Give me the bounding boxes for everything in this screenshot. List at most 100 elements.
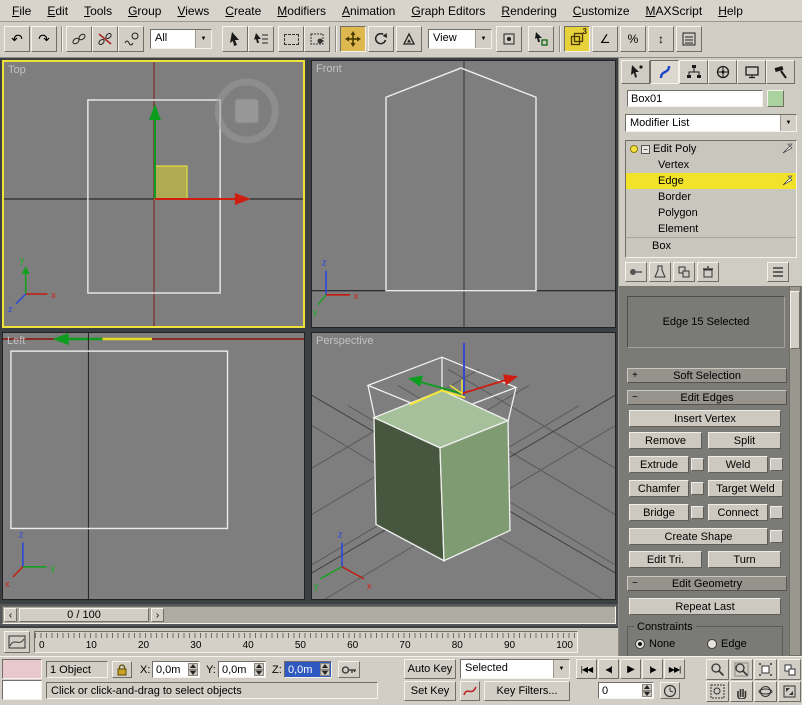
select-object-button[interactable] <box>222 26 248 52</box>
bridge-settings-button[interactable] <box>691 506 704 519</box>
maximize-viewport-button[interactable] <box>778 681 801 702</box>
menu-group[interactable]: Group <box>120 1 169 21</box>
stack-item-polygon[interactable]: Polygon <box>626 205 796 221</box>
next-frame-button[interactable]: |▶ <box>642 659 663 679</box>
named-selection-sets-button[interactable] <box>676 26 702 52</box>
y-coord-field[interactable]: 0,0m <box>218 661 266 678</box>
absolute-offset-toggle-button[interactable] <box>338 661 360 678</box>
selection-lock-button[interactable] <box>112 661 132 678</box>
repeat-last-button[interactable]: Repeat Last <box>629 598 781 615</box>
stack-item-box[interactable]: Box <box>626 237 796 253</box>
y-spinner[interactable] <box>254 663 264 676</box>
connect-button[interactable]: Connect <box>708 504 768 521</box>
tab-modify[interactable] <box>650 60 679 84</box>
constraint-edge-radio[interactable]: Edge <box>707 638 747 650</box>
menu-views[interactable]: Views <box>169 1 217 21</box>
turn-button[interactable]: Turn <box>708 551 781 568</box>
arc-rotate-button[interactable] <box>754 681 777 702</box>
menu-edit[interactable]: Edit <box>39 1 76 21</box>
rollout-soft-selection[interactable]: + Soft Selection <box>627 368 787 383</box>
time-slider-next-button[interactable]: › <box>151 608 164 622</box>
go-to-start-button[interactable]: |◀◀ <box>576 659 597 679</box>
viewport-label[interactable]: Top <box>8 64 26 76</box>
menu-create[interactable]: Create <box>217 1 269 21</box>
dropdown-arrow-icon[interactable]: ▼ <box>475 30 491 48</box>
insert-vertex-button[interactable]: Insert Vertex <box>629 410 781 427</box>
rollout-edit-geometry[interactable]: − Edit Geometry <box>627 576 787 591</box>
zoom-extents-all-button[interactable] <box>778 659 801 680</box>
z-coord-field[interactable]: 0,0m <box>284 661 332 678</box>
stack-item-vertex[interactable]: Vertex <box>626 157 796 173</box>
menu-file[interactable]: File <box>4 1 39 21</box>
menu-tools[interactable]: Tools <box>76 1 120 21</box>
viewport-front[interactable]: z x y Front <box>311 60 616 328</box>
remove-button[interactable]: Remove <box>629 432 702 449</box>
default-in-out-tangents-button[interactable] <box>460 681 480 701</box>
rectangular-selection-button[interactable] <box>278 26 304 52</box>
redo-button[interactable]: ↷ <box>31 26 57 52</box>
lightbulb-icon[interactable] <box>630 145 638 153</box>
reference-coordsys-dropdown[interactable]: View ▼ <box>428 29 492 49</box>
viewport-label[interactable]: Left <box>7 335 25 347</box>
chamfer-settings-button[interactable] <box>691 482 704 495</box>
select-and-move-button[interactable] <box>340 26 366 52</box>
go-to-end-button[interactable]: ▶▶| <box>664 659 685 679</box>
rollout-scrollbar[interactable] <box>789 286 801 656</box>
object-color-swatch[interactable] <box>767 90 784 107</box>
stack-item-edit-poly[interactable]: − Edit Poly <box>626 141 796 157</box>
previous-frame-button[interactable]: ◀| <box>598 659 619 679</box>
menu-help[interactable]: Help <box>710 1 751 21</box>
weld-settings-button[interactable] <box>770 458 783 471</box>
object-name-field[interactable]: Box01 <box>627 90 763 107</box>
stack-item-border[interactable]: Border <box>626 189 796 205</box>
x-coord-field[interactable]: 0,0m <box>152 661 200 678</box>
menu-graph-editors[interactable]: Graph Editors <box>403 1 493 21</box>
bridge-button[interactable]: Bridge <box>629 504 689 521</box>
configure-modifier-sets-button[interactable] <box>767 262 789 282</box>
x-spinner[interactable] <box>188 663 198 676</box>
create-shape-button[interactable]: Create Shape <box>629 528 768 545</box>
menu-customize[interactable]: Customize <box>565 1 638 21</box>
select-and-rotate-button[interactable] <box>368 26 394 52</box>
dropdown-arrow-icon[interactable]: ▼ <box>553 660 569 678</box>
play-button[interactable]: ▶ <box>620 659 641 679</box>
menu-maxscript[interactable]: MAXScript <box>638 1 711 21</box>
create-shape-settings-button[interactable] <box>770 530 783 543</box>
make-unique-button[interactable] <box>673 262 695 282</box>
stack-item-element[interactable]: Element <box>626 221 796 237</box>
z-spinner[interactable] <box>320 663 330 676</box>
track-bar-ruler[interactable]: 0 10 20 30 40 50 60 70 80 90 100 <box>34 631 578 653</box>
viewport-label[interactable]: Perspective <box>316 335 373 347</box>
pan-button[interactable] <box>730 681 753 702</box>
key-filters-button[interactable]: Key Filters... <box>484 681 570 701</box>
tab-utilities[interactable] <box>766 60 795 84</box>
chamfer-button[interactable]: Chamfer <box>629 480 689 497</box>
tab-display[interactable] <box>737 60 766 84</box>
viewport-perspective[interactable]: z y x Perspective <box>311 332 616 600</box>
viewport-left[interactable]: z y x Left <box>2 332 305 600</box>
spinner-snap-button[interactable]: ↕ <box>648 26 674 52</box>
unlink-selection-button[interactable] <box>92 26 118 52</box>
time-slider-track[interactable]: ‹ 0 / 100 › <box>2 606 616 624</box>
tab-create[interactable] <box>621 60 650 84</box>
frame-spinner[interactable] <box>642 684 652 697</box>
auto-key-button[interactable]: Auto Key <box>404 659 456 679</box>
select-and-link-button[interactable] <box>66 26 92 52</box>
set-key-button[interactable]: Set Key <box>404 681 456 701</box>
modifier-list-dropdown[interactable]: Modifier List ▼ <box>625 114 797 132</box>
undo-button[interactable]: ↶ <box>4 26 30 52</box>
menu-animation[interactable]: Animation <box>334 1 403 21</box>
dropdown-arrow-icon[interactable]: ▼ <box>780 115 796 131</box>
split-button[interactable]: Split <box>708 432 781 449</box>
mini-listener-macro-field[interactable] <box>2 659 42 679</box>
scrollbar-thumb[interactable] <box>790 291 800 349</box>
weld-button[interactable]: Weld <box>708 456 768 473</box>
window-crossing-button[interactable] <box>304 26 330 52</box>
selection-filter-dropdown[interactable]: All ▼ <box>150 29 212 49</box>
zoom-region-button[interactable] <box>706 681 729 702</box>
tab-hierarchy[interactable] <box>679 60 708 84</box>
mini-listener-script-field[interactable] <box>2 680 42 700</box>
remove-modifier-button[interactable] <box>697 262 719 282</box>
viewport-top[interactable]: y x z Top <box>2 60 305 328</box>
constraint-none-radio[interactable]: None <box>635 638 675 650</box>
